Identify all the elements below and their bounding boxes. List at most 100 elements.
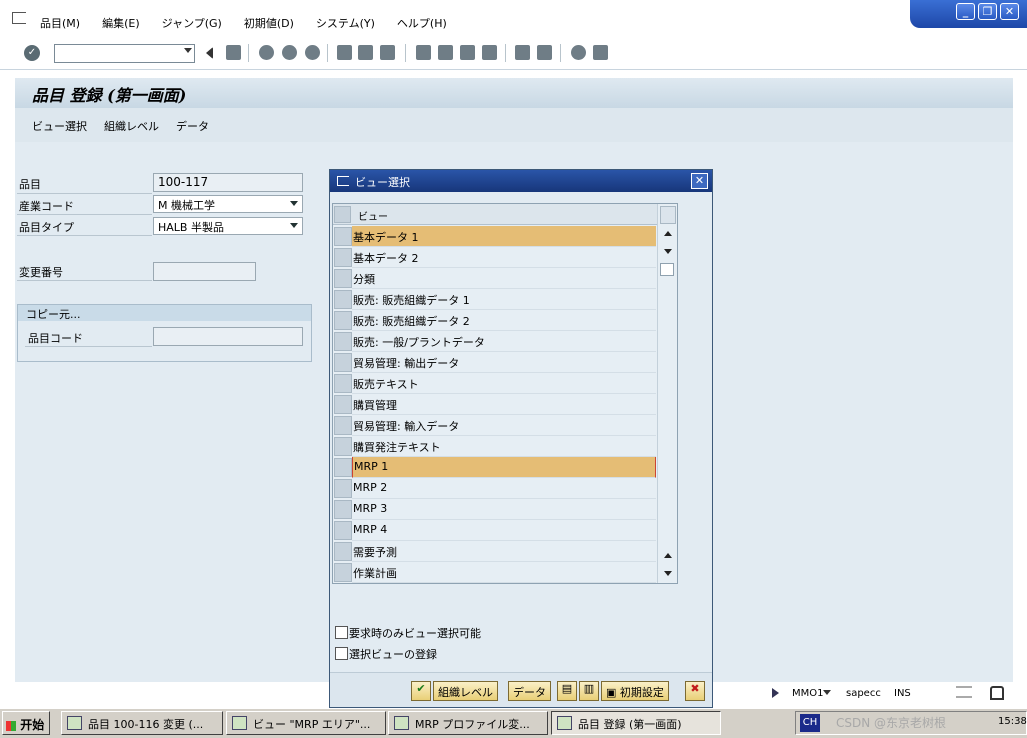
row-selector[interactable]: [334, 395, 352, 414]
close-icon[interactable]: ✕: [691, 173, 708, 189]
table-row[interactable]: 基本データ 1: [333, 226, 657, 247]
column-header-view[interactable]: ビュー: [358, 208, 388, 223]
table-row[interactable]: MRP 2: [333, 478, 657, 499]
row-selector[interactable]: [334, 353, 352, 372]
row-selector[interactable]: [334, 542, 352, 561]
taskbar-item[interactable]: 品目 100-116 変更 (...: [61, 711, 223, 735]
data-button[interactable]: データ: [176, 118, 209, 134]
restore-button[interactable]: ❐: [978, 3, 997, 20]
view-name-cell[interactable]: MRP 3: [352, 499, 656, 520]
command-field[interactable]: [54, 44, 195, 63]
menu-material[interactable]: 品目(M): [40, 15, 80, 31]
menu-help[interactable]: ヘルプ(H): [397, 15, 447, 31]
checkbox-select-on-request[interactable]: [335, 626, 348, 639]
change-number-input[interactable]: [153, 262, 256, 281]
print-icon[interactable]: [337, 45, 352, 60]
save-icon[interactable]: [226, 45, 241, 60]
close-window-button[interactable]: ✕: [1000, 3, 1019, 20]
row-selector[interactable]: [334, 311, 352, 330]
copy-material-input[interactable]: [153, 327, 303, 346]
enter-icon[interactable]: ✓: [24, 45, 40, 61]
view-name-cell[interactable]: 需要予測: [352, 541, 656, 562]
view-name-cell[interactable]: 基本データ 2: [352, 247, 656, 268]
view-name-cell[interactable]: MRP 1: [352, 457, 656, 478]
table-row[interactable]: 販売: 一般/プラントデータ: [333, 331, 657, 352]
status-expand-icon[interactable]: [772, 688, 779, 698]
chevron-down-icon[interactable]: [184, 48, 192, 53]
row-selector[interactable]: [334, 521, 352, 540]
menu-system[interactable]: システム(Y): [316, 15, 375, 31]
back-arrow-icon[interactable]: [204, 47, 213, 59]
view-name-cell[interactable]: 販売テキスト: [352, 373, 656, 394]
help-icon[interactable]: [571, 45, 586, 60]
find-icon[interactable]: [358, 45, 373, 60]
view-name-cell[interactable]: 購買管理: [352, 394, 656, 415]
view-name-cell[interactable]: 作業計画: [352, 562, 656, 583]
material-type-select[interactable]: HALB 半製品: [153, 217, 303, 235]
row-selector[interactable]: [334, 563, 352, 582]
select-all-icon[interactable]: ▤: [557, 681, 577, 701]
chevron-down-icon[interactable]: [290, 201, 298, 206]
lock-icon[interactable]: [990, 686, 1004, 700]
row-selector[interactable]: [334, 416, 352, 435]
view-name-cell[interactable]: 基本データ 1: [352, 226, 656, 247]
view-name-cell[interactable]: 販売: 販売組織データ 2: [352, 310, 656, 331]
row-selector[interactable]: [334, 332, 352, 351]
scroll-down-icon[interactable]: [664, 571, 672, 576]
view-name-cell[interactable]: 購買発注テキスト: [352, 436, 656, 457]
row-selector[interactable]: [334, 479, 352, 498]
next-page-icon[interactable]: [460, 45, 475, 60]
view-name-cell[interactable]: MRP 2: [352, 478, 656, 499]
view-name-cell[interactable]: 貿易管理: 輸出データ: [352, 352, 656, 373]
taskbar-item[interactable]: ビュー "MRP エリア"...: [226, 711, 386, 735]
cancel-icon[interactable]: [305, 45, 320, 60]
confirm-button[interactable]: ✔: [411, 681, 431, 701]
table-row[interactable]: MRP 1: [333, 457, 657, 478]
view-name-cell[interactable]: 分類: [352, 268, 656, 289]
find-next-icon[interactable]: [380, 45, 395, 60]
menu-edit[interactable]: 編集(E): [102, 15, 140, 31]
scroll-settings-button[interactable]: [660, 206, 676, 224]
view-name-cell[interactable]: 販売: 一般/プラントデータ: [352, 331, 656, 352]
row-selector[interactable]: [334, 437, 352, 456]
scroll-thumb[interactable]: [660, 263, 674, 276]
menu-defaults[interactable]: 初期値(D): [244, 15, 294, 31]
table-row[interactable]: 基本データ 2: [333, 247, 657, 268]
layout-menu-icon[interactable]: [593, 45, 608, 60]
scroll-up-icon[interactable]: [664, 231, 672, 236]
scroll-up-icon[interactable]: [664, 553, 672, 558]
first-page-icon[interactable]: [416, 45, 431, 60]
shortcut-icon[interactable]: [537, 45, 552, 60]
select-all-button[interactable]: [334, 206, 351, 223]
scroll-down-icon[interactable]: [664, 249, 672, 254]
row-selector[interactable]: [334, 500, 352, 519]
minimize-button[interactable]: _: [956, 3, 975, 20]
table-row[interactable]: 購買発注テキスト: [333, 436, 657, 457]
data-dialog-button[interactable]: データ: [508, 681, 551, 701]
industry-select[interactable]: M 機械工学: [153, 195, 303, 213]
select-views-button[interactable]: ビュー選択: [32, 118, 87, 134]
table-row[interactable]: 販売テキスト: [333, 373, 657, 394]
table-row[interactable]: 販売: 販売組織データ 1: [333, 289, 657, 310]
back-icon[interactable]: [259, 45, 274, 60]
row-selector[interactable]: [334, 227, 352, 246]
table-row[interactable]: 需要予測: [333, 541, 657, 562]
chevron-down-icon[interactable]: [290, 223, 298, 228]
checkbox-create-selected-views[interactable]: [335, 647, 348, 660]
view-name-cell[interactable]: MRP 4: [352, 520, 656, 541]
row-selector[interactable]: [334, 458, 352, 477]
table-row[interactable]: 分類: [333, 268, 657, 289]
material-input[interactable]: 100-117: [153, 173, 303, 192]
last-page-icon[interactable]: [482, 45, 497, 60]
taskbar-item[interactable]: MRP プロファイル変...: [388, 711, 548, 735]
row-selector[interactable]: [334, 248, 352, 267]
deselect-all-icon[interactable]: ▥: [579, 681, 599, 701]
org-levels-dialog-button[interactable]: 組織レベル: [433, 681, 498, 701]
view-name-cell[interactable]: 貿易管理: 輸入データ: [352, 415, 656, 436]
cancel-dialog-button[interactable]: ✖: [685, 681, 705, 701]
taskbar-item-active[interactable]: 品目 登録 (第一画面): [551, 711, 721, 735]
table-row[interactable]: MRP 3: [333, 499, 657, 520]
row-selector[interactable]: [334, 269, 352, 288]
row-selector[interactable]: [334, 290, 352, 309]
table-row[interactable]: 作業計画: [333, 562, 657, 583]
